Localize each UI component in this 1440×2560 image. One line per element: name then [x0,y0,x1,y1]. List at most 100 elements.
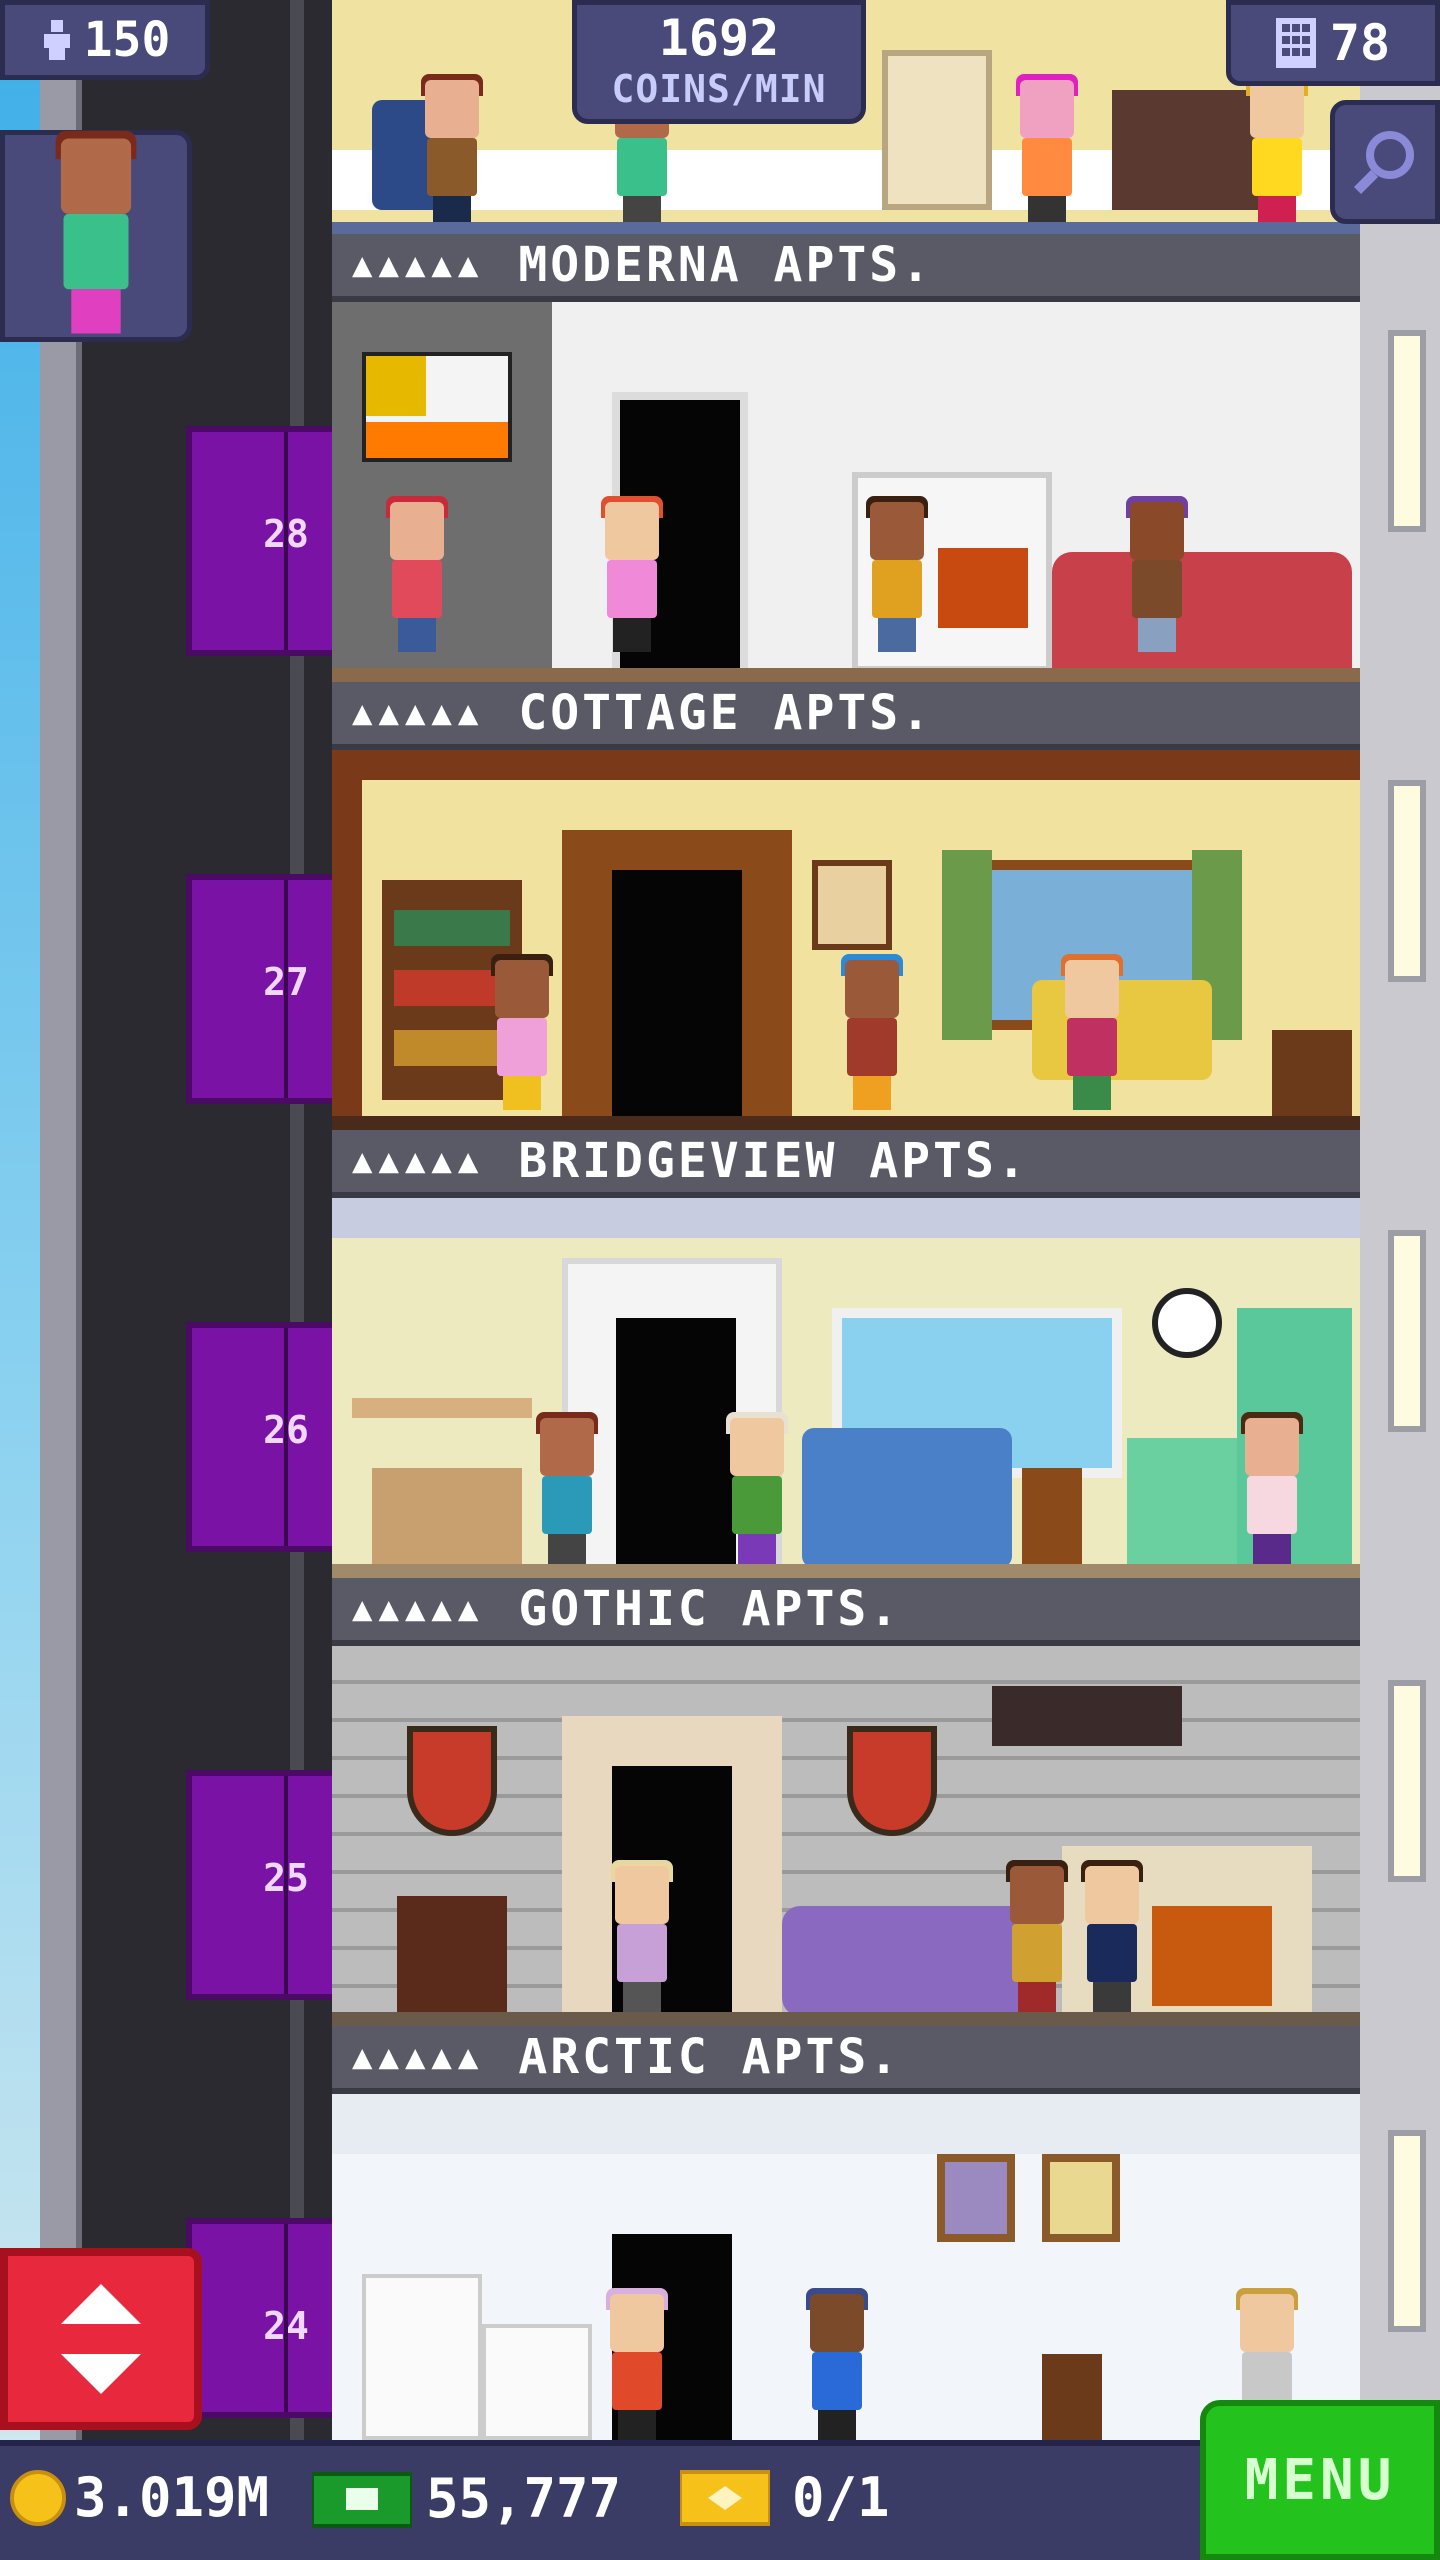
magnifier-icon [1353,131,1414,195]
floor-label: ▲▲▲▲▲ MODERNA APTS. [332,234,1360,302]
floor-stars: ▲▲▲▲▲ [352,2037,485,2077]
floor-count-value: 78 [1329,14,1391,72]
shield-icon [407,1726,497,1836]
floor-moderna[interactable]: ▲▲▲▲▲ MODERNA APTS. [332,234,1360,682]
ceiling [332,2094,1360,2154]
bitizen[interactable] [1057,954,1127,1110]
wood-post [332,750,362,1130]
floor-stars: ▲▲▲▲▲ [352,245,485,285]
floor-name: BRIDGEVIEW APTS. [518,1133,1029,1189]
bitizen[interactable] [722,1412,792,1568]
elevator-shaft[interactable]: 29 28 27 26 25 24 [82,0,386,2440]
window [1388,330,1426,532]
bitizen[interactable] [597,496,667,652]
tickets-counter[interactable]: 0/1 [680,2466,890,2529]
bitizen[interactable] [487,954,557,1110]
room-doorway [616,1318,736,1578]
ceiling [332,1198,1360,1238]
bitizen[interactable] [802,2288,872,2440]
floor-name: MODERNA APTS. [518,237,934,293]
window [1388,2130,1426,2332]
population-counter[interactable]: 150 [0,0,210,80]
person-icon [43,20,70,60]
floor-strip [332,1564,1360,1578]
bitizen[interactable] [602,2288,672,2440]
bux-value: 55,777 [426,2466,622,2530]
side-table [397,1896,507,2016]
floor-gothic[interactable]: ▲▲▲▲▲ GOTHIC APTS. [332,1578,1360,2026]
floor-strip [332,222,1360,234]
side-table [1042,2354,1102,2440]
search-button[interactable] [1330,100,1440,224]
elevator-stop-25[interactable]: 25 [134,1522,386,2000]
coin-icon [10,2469,66,2526]
room-interior [332,750,1360,1130]
bitizen-portrait-button[interactable] [0,130,192,342]
window [1388,1680,1426,1882]
floor-strip [332,2012,1360,2026]
bitizen[interactable] [532,1412,602,1568]
ticket-icon [680,2469,770,2526]
bitizen[interactable] [1122,496,1192,652]
fridge [362,2274,482,2440]
population-value: 150 [83,12,171,68]
bitizen[interactable] [862,496,932,652]
elevator-stop-27[interactable]: 27 [134,626,386,1104]
earnings-panel[interactable]: 1692 COINS/MIN [572,0,866,124]
bitizen[interactable] [1242,74,1312,230]
bitizen[interactable] [1012,74,1082,230]
red-sofa [1052,552,1352,672]
floor-stars: ▲▲▲▲▲ [352,693,485,733]
bitizen[interactable] [837,954,907,1110]
floor-label: ▲▲▲▲▲ BRIDGEVIEW APTS. [332,1130,1360,1198]
tower-outer-wall [40,0,82,2440]
bitizen[interactable] [1077,1860,1147,2016]
bitizen[interactable] [607,1860,677,2016]
tower-right-wall [1360,0,1440,2440]
ceiling-beam [332,750,1360,780]
floor-name: COTTAGE APTS. [518,685,934,741]
coins-counter[interactable]: 3.019M [10,2466,269,2529]
shutter [942,850,992,1040]
room-interior [332,1646,1360,2026]
side-table [1272,1030,1352,1120]
chandelier [992,1686,1182,1746]
floor-label: ▲▲▲▲▲ GOTHIC APTS. [332,1578,1360,1646]
tickets-value: 0/1 [792,2466,890,2529]
room-interior [332,1198,1360,1578]
earnings-value: 1692 [658,9,780,67]
blue-sofa [802,1428,1012,1568]
shield-icon [847,1726,937,1836]
coins-value: 3.019M [74,2466,270,2529]
floor-label: ▲▲▲▲▲ ARCTIC APTS. [332,2026,1360,2094]
bitizen[interactable] [382,496,452,652]
earnings-unit: COINS/MIN [611,67,827,111]
framed-picture [1042,2154,1120,2242]
framed-picture [937,2154,1015,2242]
floor-name: ARCTIC APTS. [518,2029,902,2085]
stove [1127,1438,1237,1568]
floor-bridgeview[interactable]: ▲▲▲▲▲ BRIDGEVIEW APTS. [332,1130,1360,1578]
floor-cottage[interactable]: ▲▲▲▲▲ COTTAGE APTS. [332,682,1360,1130]
floor-counter[interactable]: 78 [1226,0,1440,86]
framed-picture [812,860,892,950]
side-table [1022,1468,1082,1568]
floor-stars: ▲▲▲▲▲ [352,1589,485,1629]
floor-strip [332,1116,1360,1130]
menu-button[interactable]: MENU [1200,2400,1440,2560]
mondrian-painting [362,352,512,462]
shelf [352,1398,532,1418]
arcade-cabinet [882,50,992,210]
clock-icon [1152,1288,1222,1358]
elevator-stop-26[interactable]: 26 [134,1074,386,1552]
bitizen[interactable] [1237,1412,1307,1568]
dresser [1112,90,1262,210]
window [1388,1230,1426,1432]
floor-arctic[interactable]: ▲▲▲▲▲ ARCTIC APTS. [332,2026,1360,2440]
bitizen[interactable] [417,74,487,230]
bitizen[interactable] [1002,1860,1072,2016]
purple-sofa [782,1906,1032,2016]
bux-counter[interactable]: 55,777 [312,2466,621,2530]
up-down-arrows-icon [61,2284,141,2394]
elevator-button[interactable] [0,2248,202,2430]
